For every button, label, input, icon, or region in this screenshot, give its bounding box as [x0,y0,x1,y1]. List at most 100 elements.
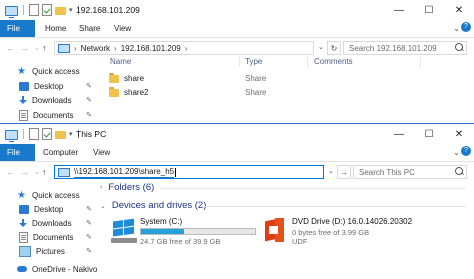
properties-icon[interactable] [29,4,39,16]
file-type: Share [245,74,267,83]
share-folder-icon [109,86,119,97]
address-bar[interactable]: › Network › 192.168.101.209 › [54,41,314,55]
recent-dropdown-icon[interactable]: ⌄ [34,168,40,176]
navigation-pane: ★ Quick access Desktop ✎ Downloads ✎ Doc… [0,64,98,128]
title-bar[interactable]: ▾ This PC — ☐ ✕ [0,124,474,144]
network-icon [58,43,70,53]
ribbon-expand-icon[interactable]: ⌄ [453,148,460,157]
pin-icon[interactable]: ✎ [86,96,92,104]
list-item[interactable]: share2 [109,86,148,99]
nav-pictures[interactable]: Pictures [19,244,65,258]
folder-icon[interactable] [55,7,66,15]
documents-icon [19,109,28,121]
quick-access-dropdown-icon[interactable]: ▾ [69,6,73,14]
explorer-window-network: ▾ 192.168.101.209 — ☐ ✕ File Home Share … [0,0,474,128]
nav-desktop[interactable]: Desktop [19,202,63,216]
computer-icon [58,167,70,177]
nav-documents[interactable]: Documents [19,230,73,244]
nav-documents[interactable]: Documents [19,108,73,122]
address-dropdown-icon[interactable]: ⌄ [328,167,334,175]
recent-dropdown-icon[interactable]: ⌄ [34,44,40,52]
minimize-button[interactable]: — [384,0,414,20]
drive-name: DVD Drive (D:) 16.0.14026.20302 [292,217,413,226]
column-type[interactable]: Type [245,57,262,66]
breadcrumb-host[interactable]: 192.168.101.209 [121,44,181,53]
back-icon[interactable]: ← [6,43,15,53]
drive-filesystem: UDF [292,237,308,246]
tab-computer[interactable]: Computer [43,148,78,157]
pictures-icon [19,245,31,257]
column-name[interactable]: Name [110,57,131,66]
breadcrumb-network[interactable]: Network [81,44,110,53]
nav-downloads[interactable]: Downloads [19,93,72,107]
help-icon[interactable]: ? [461,22,471,32]
close-button[interactable]: ✕ [444,0,474,20]
nav-label: OneDrive - Nakivo [32,264,98,274]
refresh-icon[interactable]: ↻ [327,41,341,55]
address-text: \\192.168.101.209\share_h5 [74,166,175,178]
drive-usage-bar [140,228,256,235]
list-item[interactable]: share [109,72,144,85]
search-icon [453,165,467,179]
address-dropdown-icon[interactable]: ⌄ [318,43,324,51]
search-input[interactable]: Search 192.168.101.209 [343,41,467,55]
tab-view[interactable]: View [93,148,110,157]
drive-c[interactable]: System (C:) 24.7 GB free of 39.9 GB [108,216,258,250]
search-input[interactable]: Search This PC [353,165,467,179]
navigation-pane: ★ Quick access Desktop ✎ Downloads ✎ Doc… [0,188,98,279]
ribbon-expand-icon[interactable]: ⌄ [453,24,460,33]
nav-label: Documents [33,110,74,120]
nav-onedrive[interactable]: OneDrive - Nakivo [17,262,97,276]
chevron-down-icon: ⌄ [100,202,106,210]
close-button[interactable]: ✕ [444,124,474,144]
group-devices[interactable]: ⌄ Devices and drives (2) [100,200,206,211]
nav-quick-access[interactable]: ★ Quick access [17,188,80,202]
office-disc-icon [265,218,285,242]
text-caret [175,167,177,177]
quick-access-dropdown-icon[interactable]: ▾ [69,130,73,138]
help-icon[interactable]: ? [461,146,471,156]
tab-share[interactable]: Share [79,24,100,33]
pin-icon[interactable]: ✎ [86,233,92,241]
maximize-button[interactable]: ☐ [414,0,444,20]
group-title: Folders (6) [108,182,155,193]
file-name: share2 [124,88,149,97]
check-icon[interactable] [42,4,52,16]
folder-icon[interactable] [55,131,66,139]
pin-icon[interactable]: ✎ [86,247,92,255]
pin-icon[interactable]: ✎ [86,219,92,227]
group-title: Devices and drives (2) [111,200,207,211]
pin-icon[interactable]: ✎ [86,111,92,119]
up-icon[interactable]: ↑ [42,43,47,53]
window-title: 192.168.101.209 [76,5,140,15]
tab-view[interactable]: View [114,24,131,33]
tab-home[interactable]: Home [45,24,66,33]
nav-quick-access[interactable]: ★ Quick access [17,64,80,78]
column-comments[interactable]: Comments [314,57,353,66]
check-icon[interactable] [42,128,52,140]
maximize-button[interactable]: ☐ [414,124,444,144]
nav-downloads[interactable]: Downloads [19,216,72,230]
drive-free-space: 24.7 GB free of 39.9 GB [140,237,221,246]
minimize-button[interactable]: — [384,124,414,144]
drive-d[interactable]: DVD Drive (D:) 16.0.14026.20302 0 bytes … [262,214,467,254]
forward-icon[interactable]: → [20,167,29,177]
tab-file[interactable]: File [0,144,35,161]
cloud-icon [17,266,27,272]
nav-label: Documents [33,232,74,242]
forward-icon[interactable]: → [20,43,29,53]
window-title: This PC [76,129,107,139]
title-bar[interactable]: ▾ 192.168.101.209 — ☐ ✕ [0,0,474,20]
chevron-right-icon: › [100,184,103,191]
go-arrow-icon[interactable]: → [337,165,351,179]
tab-file[interactable]: File [0,20,35,37]
address-input[interactable]: \\192.168.101.209\share_h5 [54,165,324,179]
properties-icon[interactable] [29,128,39,140]
pin-icon[interactable]: ✎ [86,205,92,213]
group-folders[interactable]: › Folders (6) [100,182,154,193]
desktop-icon [19,81,29,91]
back-icon[interactable]: ← [6,167,15,177]
pin-icon[interactable]: ✎ [86,82,92,90]
up-icon[interactable]: ↑ [42,167,47,177]
nav-desktop[interactable]: Desktop [19,79,63,93]
